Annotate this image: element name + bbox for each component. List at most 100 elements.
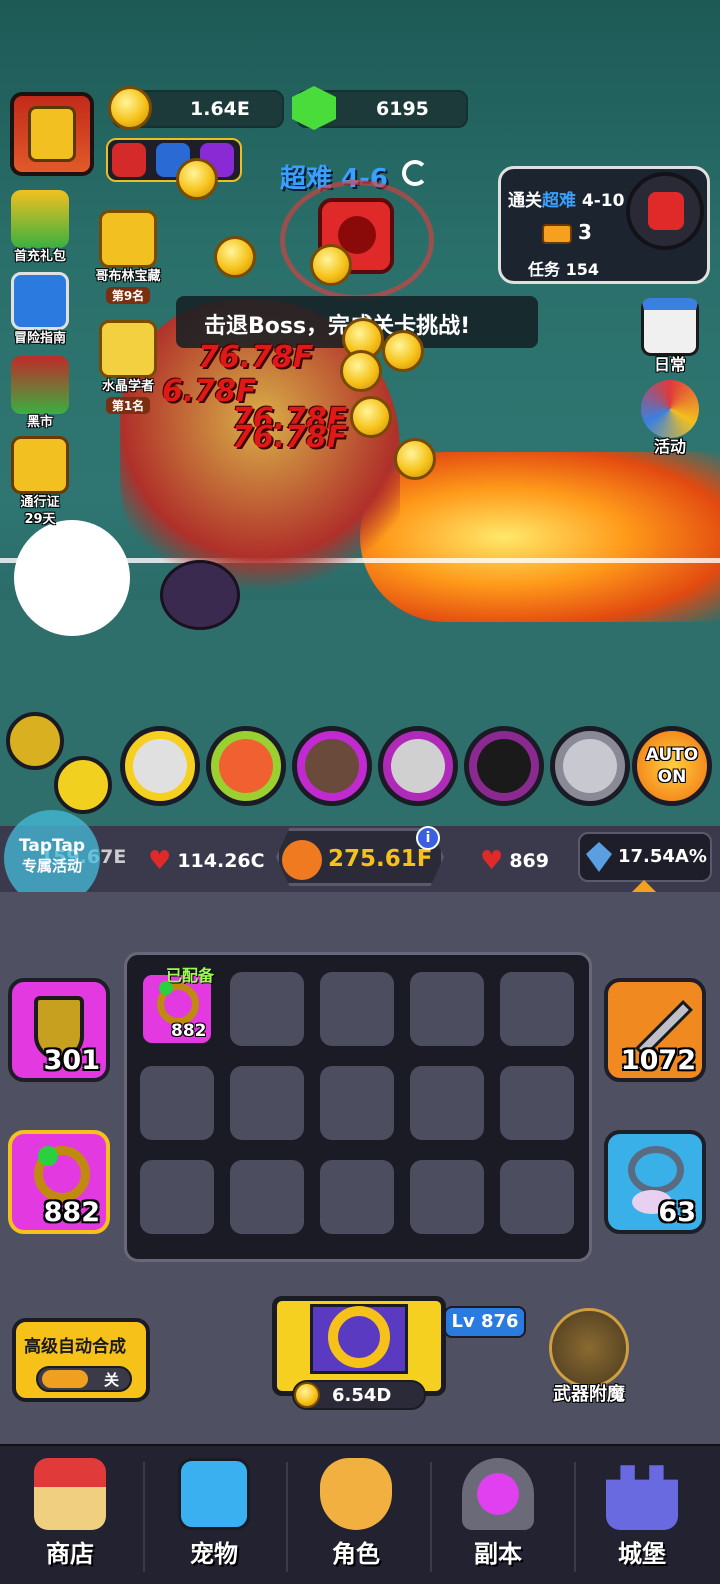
fox-icon (320, 1458, 392, 1530)
white-flash-effect (14, 520, 130, 636)
inventory-slot[interactable] (230, 1066, 304, 1140)
nav-castle[interactable]: 城堡 (582, 1458, 702, 1569)
equipped-item-level: 882 (171, 1021, 207, 1041)
chest-cost: 6.54D (332, 1385, 392, 1406)
nav-character[interactable]: 角色 (296, 1458, 416, 1569)
dropped-coin-icon (340, 350, 382, 392)
inventory-slot[interactable] (410, 1066, 484, 1140)
locked-skill-slot[interactable] (550, 726, 630, 806)
auto-merge-button[interactable]: 高级自动合成 关 (12, 1318, 150, 1402)
info-icon[interactable]: i (416, 826, 440, 850)
goblin-treasure-icon (99, 210, 157, 268)
black-market-label: 黑市 (26, 415, 53, 430)
nav-dungeon[interactable]: 副本 (438, 1458, 558, 1569)
inventory-slot[interactable] (140, 1160, 214, 1234)
shield-skill-icon[interactable] (54, 756, 112, 814)
taptap-title: TapTap (18, 836, 86, 856)
inventory-slot[interactable] (500, 1160, 574, 1234)
dropped-coin-icon (382, 330, 424, 372)
player-avatar[interactable] (10, 92, 94, 176)
book-icon (133, 739, 187, 793)
adventure-guide-label: 冒险指南 (13, 331, 66, 346)
shop-icon (34, 1458, 106, 1530)
nav-character-label: 角色 (332, 1540, 380, 1568)
weapon-level: 1072 (620, 1045, 696, 1076)
bomb-skill-button[interactable] (464, 726, 544, 806)
magic-circle-icon (549, 1308, 629, 1388)
goblin-treasure-label: 哥布林宝藏 (95, 269, 161, 284)
adventure-guide[interactable]: 冒险指南 (8, 272, 72, 347)
heart-plus-icon: ♥ (480, 846, 504, 876)
nav-divider (286, 1462, 288, 1572)
lock-icon (563, 739, 617, 793)
inventory-slot[interactable] (500, 1066, 574, 1140)
guide-book-icon (11, 272, 69, 330)
nav-divider (430, 1462, 432, 1572)
auto-merge-title: 高级自动合成 (24, 1337, 126, 1357)
chest-level: Lv 876 (451, 1311, 519, 1332)
ring-level: 882 (43, 1197, 100, 1228)
necklace-slot[interactable]: 63 (604, 1130, 706, 1234)
portal-icon (462, 1458, 534, 1530)
battle-pass[interactable]: 通行证 29天 (8, 436, 72, 528)
daily-button[interactable]: 日常 (638, 298, 702, 373)
weapon-slot[interactable]: 1072 (604, 978, 706, 1082)
activity-button[interactable]: 活动 (638, 380, 702, 455)
auto-merge-toggle[interactable]: 关 (36, 1366, 132, 1392)
black-market[interactable]: 黑市 (8, 356, 72, 431)
nav-pet[interactable]: 宠物 (154, 1458, 274, 1569)
expand-arrow-icon[interactable] (632, 880, 656, 892)
market-stall-icon (11, 356, 69, 414)
hp-value: 114.26C (177, 850, 265, 872)
ticket-count: 3 (578, 220, 592, 244)
inventory-slot[interactable] (140, 1066, 214, 1140)
battle-scene: 1.64E 6195 超难 4-6 击退Boss，完成关卡挑战! 通关超难 4-… (0, 0, 720, 826)
auto-toggle-button[interactable]: AUTO ON (632, 726, 712, 806)
inventory-slot[interactable] (320, 1160, 394, 1234)
ring-slot[interactable]: 882 (8, 1130, 110, 1234)
taptap-subtitle: 专属活动 (21, 857, 82, 875)
inventory-slot[interactable] (230, 1160, 304, 1234)
quest-title: 通关超难 4-10 (508, 186, 624, 211)
dropped-coin-icon (394, 438, 436, 480)
enchant-label: 武器附魔 (553, 1384, 625, 1405)
dropped-coin-icon (350, 396, 392, 438)
inventory-slot[interactable] (410, 1160, 484, 1234)
stats-bar: 159.67E ♥ 114.26C 275.61F i ♥ 869 17.54A… (0, 826, 720, 892)
armor-slot[interactable]: 301 (8, 978, 110, 1082)
flame-skill-button[interactable] (206, 726, 286, 806)
inventory-slot[interactable] (320, 972, 394, 1046)
flame-icon (219, 739, 273, 793)
party-popper-icon (641, 380, 699, 438)
enemy-sprite (160, 560, 240, 630)
egg-skill-button[interactable] (378, 726, 458, 806)
inventory-slot[interactable] (410, 972, 484, 1046)
goblin-treasure-event[interactable]: 哥布林宝藏 第9名 (86, 210, 170, 304)
heart-buff-icon[interactable] (112, 143, 146, 177)
nav-shop[interactable]: 商店 (10, 1458, 130, 1569)
nav-shop-label: 商店 (46, 1540, 94, 1568)
crystal-scholar-event[interactable]: 水晶学者 第1名 (86, 320, 170, 414)
weapon-enchant-button[interactable]: 武器附魔 (536, 1308, 642, 1412)
toggle-knob (42, 1370, 88, 1388)
gift-pack-icon (11, 190, 69, 248)
inventory-slot[interactable] (320, 1066, 394, 1140)
summon-chest-button[interactable]: 6.54D (262, 1286, 456, 1412)
quest-boss-icon[interactable] (626, 172, 704, 250)
spellbook-skill-button[interactable] (120, 726, 200, 806)
armor-level: 301 (43, 1045, 100, 1076)
sword-skill-icon[interactable] (6, 712, 64, 770)
nav-dungeon-label: 副本 (474, 1540, 522, 1568)
first-recharge-pack[interactable]: 首充礼包 (8, 190, 72, 265)
first-recharge-label: 首充礼包 (13, 249, 66, 264)
necklace-icon (628, 1146, 684, 1194)
poison-skill-button[interactable] (292, 726, 372, 806)
gold-amount: 1.64E (190, 98, 250, 120)
inventory-slot[interactable] (500, 972, 574, 1046)
refresh-icon[interactable] (402, 160, 428, 186)
inventory-slot[interactable] (230, 972, 304, 1046)
auto-state: ON (657, 767, 687, 787)
gem-amount: 6195 (376, 98, 429, 120)
ring-icon (328, 1306, 390, 1368)
nav-divider (574, 1462, 576, 1572)
